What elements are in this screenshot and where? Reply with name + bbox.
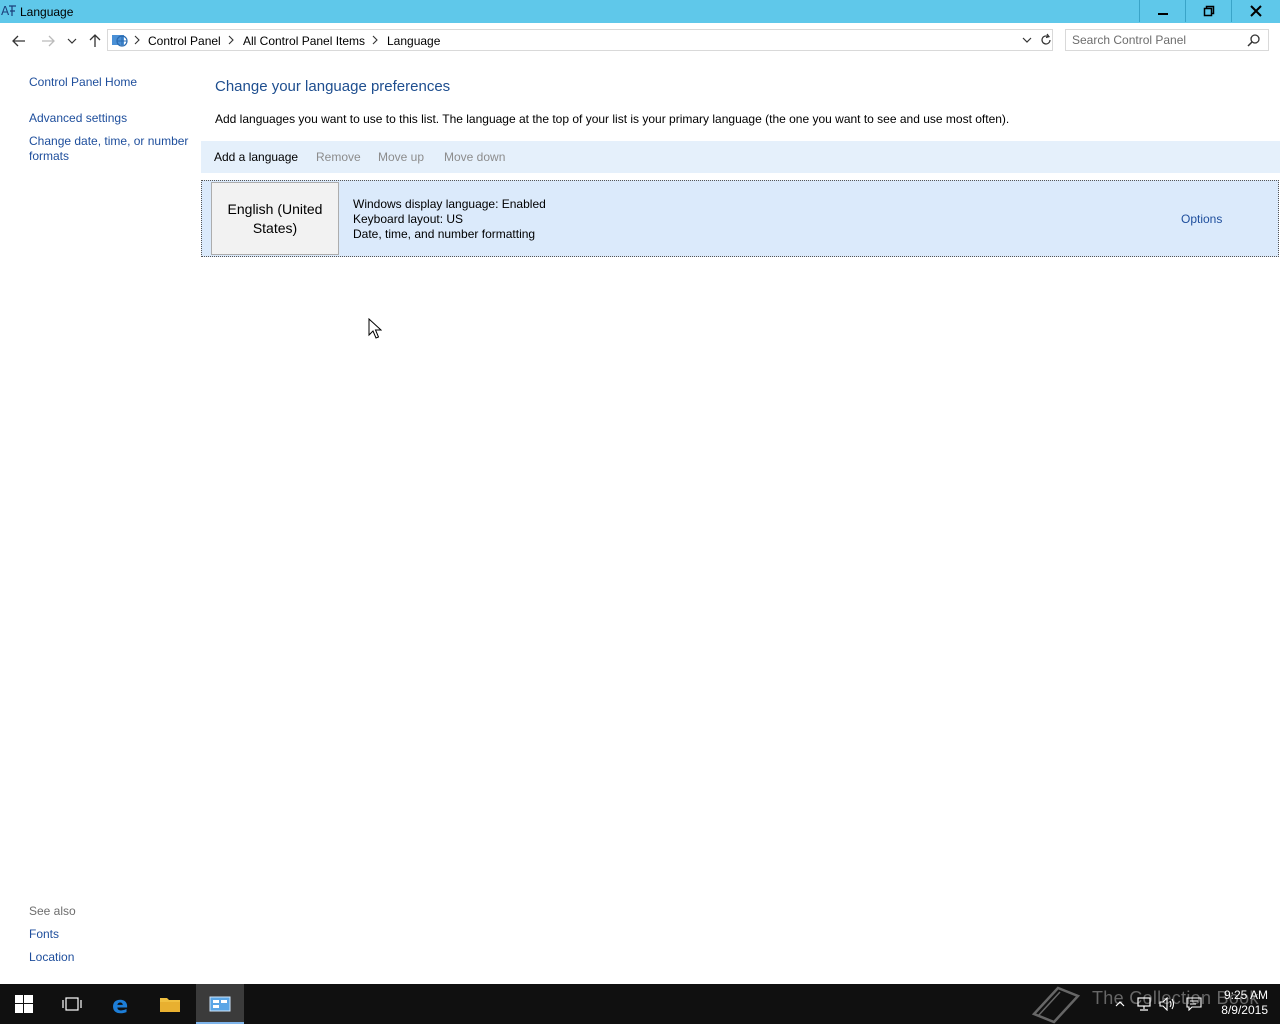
- forward-button[interactable]: [38, 31, 58, 51]
- taskbar-clock[interactable]: 9:25 AM 8/9/2015: [1212, 988, 1268, 1018]
- language-list-item[interactable]: English (United States) Windows display …: [201, 180, 1279, 257]
- titlebar-separator: [1139, 0, 1140, 22]
- fonts-link[interactable]: Fonts: [29, 927, 59, 941]
- network-tray-button[interactable]: [1134, 984, 1154, 1024]
- control-panel-icon: [209, 996, 231, 1012]
- page-title: Change your language preferences: [215, 78, 451, 95]
- language-name-line: English (United: [227, 200, 323, 217]
- mouse-cursor-icon: [368, 318, 382, 339]
- start-button[interactable]: [0, 984, 48, 1024]
- language-name-line: States): [252, 219, 298, 236]
- search-input[interactable]: [1072, 32, 1242, 48]
- arrow-left-icon: [12, 35, 25, 47]
- restore-button[interactable]: [1186, 0, 1232, 22]
- remove-button[interactable]: Remove: [316, 150, 361, 164]
- clock-date: 8/9/2015: [1221, 1003, 1268, 1017]
- chevron-down-icon[interactable]: [1021, 35, 1033, 45]
- recent-locations-button[interactable]: [62, 31, 82, 51]
- chevron-down-icon: [67, 38, 77, 44]
- advanced-settings-link[interactable]: Advanced settings: [29, 111, 127, 125]
- chevron-right-icon[interactable]: [227, 35, 235, 45]
- formatting-info: Date, time, and number formatting: [353, 227, 536, 241]
- window-title: Language: [20, 5, 74, 19]
- language-toolbar: Add a language Remove Move up Move down: [201, 141, 1280, 173]
- page-description: Add languages you want to use to this li…: [215, 112, 1010, 126]
- taskbar: e The Collection Book 9:25 AM 8/9/2015: [0, 984, 1280, 1024]
- move-up-button[interactable]: Move up: [378, 150, 424, 164]
- add-language-button[interactable]: Add a language: [214, 150, 298, 164]
- control-panel-icon: [112, 35, 128, 47]
- up-button[interactable]: [85, 31, 105, 51]
- chevron-right-icon[interactable]: [133, 35, 141, 45]
- change-date-time-link-formats[interactable]: formats: [29, 149, 69, 163]
- edge-browser-button[interactable]: e: [98, 984, 146, 1024]
- edge-browser-icon: e: [112, 992, 128, 1016]
- svg-text:e: e: [112, 992, 128, 1016]
- minimize-button[interactable]: [1140, 0, 1186, 22]
- display-language-status: Windows display language: Enabled: [353, 197, 546, 211]
- search-box[interactable]: [1065, 29, 1269, 51]
- clock-time: 9:25 AM: [1223, 988, 1268, 1002]
- back-button[interactable]: [9, 31, 29, 51]
- chevron-right-icon[interactable]: [371, 35, 379, 45]
- speaker-icon: [1159, 997, 1175, 1011]
- address-bar[interactable]: Control Panel All Control Panel Items La…: [107, 29, 1053, 51]
- title-bar[interactable]: A Language: [0, 0, 1280, 23]
- minimize-icon: [1158, 13, 1168, 15]
- network-icon: [1137, 997, 1151, 1011]
- svg-text:A: A: [1, 4, 10, 18]
- refresh-icon[interactable]: [1039, 33, 1053, 47]
- location-link[interactable]: Location: [29, 950, 74, 964]
- task-view-icon: [62, 997, 82, 1011]
- windows-logo-icon: [15, 995, 33, 1013]
- folder-icon: [160, 998, 180, 1012]
- arrow-up-icon: [89, 34, 101, 47]
- notification-icon: [1186, 997, 1202, 1011]
- search-icon[interactable]: [1247, 33, 1261, 47]
- show-hidden-icons-button[interactable]: [1112, 984, 1128, 1024]
- volume-tray-button[interactable]: [1158, 984, 1178, 1024]
- chevron-up-icon: [1115, 1001, 1125, 1007]
- breadcrumb-control-panel[interactable]: Control Panel: [148, 34, 221, 48]
- restore-icon: [1203, 5, 1215, 17]
- close-icon: [1250, 5, 1262, 17]
- file-explorer-button[interactable]: [146, 984, 194, 1024]
- book-watermark-icon: [1031, 986, 1081, 1024]
- arrow-right-icon: [42, 35, 55, 47]
- see-also-heading: See also: [29, 904, 76, 918]
- task-view-button[interactable]: [48, 984, 96, 1024]
- language-app-icon: A: [1, 4, 16, 18]
- language-options-link[interactable]: Options: [1181, 212, 1222, 226]
- control-panel-home-link[interactable]: Control Panel Home: [29, 75, 137, 89]
- breadcrumb-all-items[interactable]: All Control Panel Items: [243, 34, 365, 48]
- action-center-button[interactable]: [1183, 984, 1205, 1024]
- change-date-time-link[interactable]: Change date, time, or number: [29, 134, 188, 148]
- language-tile[interactable]: English (United States): [211, 182, 339, 255]
- breadcrumb-language[interactable]: Language: [387, 34, 440, 48]
- control-panel-taskbar-button[interactable]: [196, 984, 244, 1024]
- close-button[interactable]: [1232, 0, 1280, 22]
- move-down-button[interactable]: Move down: [444, 150, 505, 164]
- keyboard-layout-info: Keyboard layout: US: [353, 212, 464, 226]
